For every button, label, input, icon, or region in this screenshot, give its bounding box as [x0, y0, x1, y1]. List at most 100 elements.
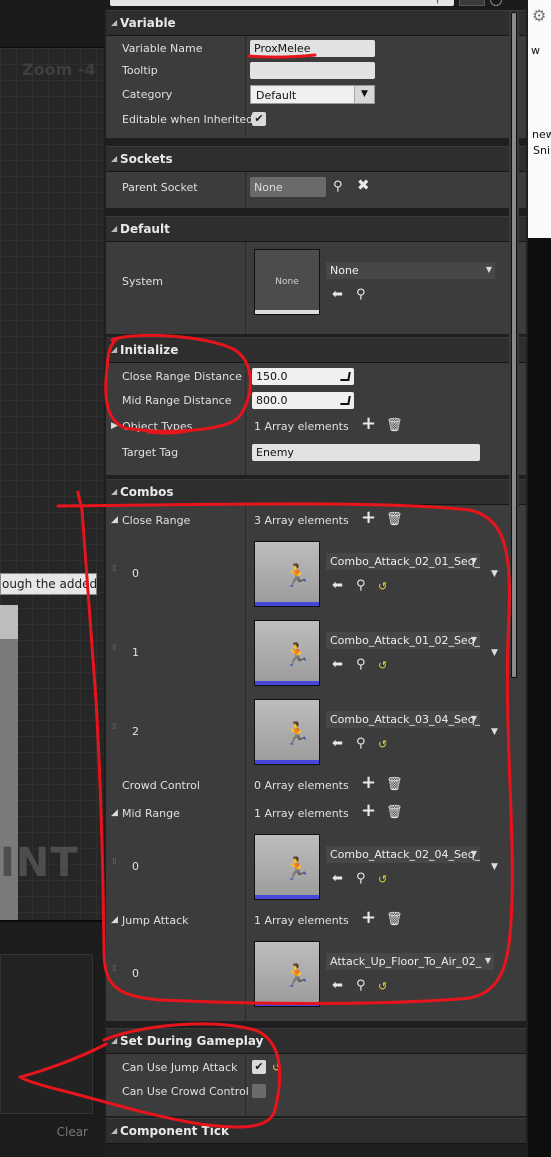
- collapse-arrow-icon[interactable]: ◢: [111, 1126, 117, 1135]
- drag-handle-icon[interactable]: ⁞⁞: [112, 565, 117, 574]
- clear-button[interactable]: Clear: [57, 1125, 88, 1139]
- close-range-distance-input[interactable]: 150.0: [252, 368, 354, 385]
- chevron-down-icon[interactable]: ▼: [491, 727, 498, 737]
- collapse-arrow-icon[interactable]: ◢: [111, 515, 118, 525]
- chevron-down-icon[interactable]: ▼: [471, 635, 477, 644]
- collapse-arrow-icon[interactable]: ◢: [111, 18, 117, 27]
- can-use-jump-attack-checkbox[interactable]: ✔: [252, 1060, 266, 1074]
- details-scrollbar[interactable]: [509, 10, 519, 680]
- animation-thumbnail[interactable]: 🏃: [254, 541, 320, 607]
- category-sockets[interactable]: ◢ Sockets: [106, 146, 526, 172]
- category-default[interactable]: ◢ Default: [106, 216, 526, 242]
- search-icon[interactable]: ⚲: [434, 0, 441, 5]
- chevron-down-icon[interactable]: ▼: [354, 86, 374, 103]
- category-component-tick[interactable]: ◢ Component Tick: [106, 1118, 526, 1144]
- use-selected-arrow-icon[interactable]: ⬅: [332, 737, 343, 750]
- collapse-arrow-icon[interactable]: ◢: [111, 808, 118, 818]
- animation-asset-dropdown[interactable]: Combo_Attack_01_02_Seq_I ▼: [326, 632, 480, 649]
- parent-socket-field[interactable]: None: [250, 177, 326, 197]
- search-icon[interactable]: ⚲: [356, 579, 366, 592]
- category-dropdown[interactable]: Default ▼: [250, 85, 375, 104]
- chevron-down-icon[interactable]: ▼: [491, 862, 498, 872]
- add-element-icon[interactable]: +: [361, 415, 376, 433]
- graph-node-header[interactable]: [0, 605, 18, 639]
- collapse-arrow-icon[interactable]: ◢: [111, 1036, 117, 1045]
- add-element-icon[interactable]: +: [361, 774, 376, 792]
- reset-icon[interactable]: ↺: [378, 580, 387, 593]
- category-variable[interactable]: ◢ Variable: [106, 10, 526, 36]
- chevron-down-icon[interactable]: ▼: [491, 648, 498, 658]
- collapse-arrow-icon[interactable]: ◢: [111, 345, 117, 354]
- add-element-icon[interactable]: +: [361, 909, 376, 927]
- trash-icon[interactable]: 🗑: [386, 778, 403, 791]
- chevron-down-icon[interactable]: ▼: [485, 956, 491, 965]
- column-divider[interactable]: [245, 505, 246, 1021]
- reset-icon[interactable]: ↺: [272, 1061, 281, 1074]
- trash-icon[interactable]: 🗑: [386, 806, 403, 819]
- search-icon[interactable]: ⚲: [356, 658, 366, 671]
- details-search-input[interactable]: [110, 0, 454, 6]
- clear-icon[interactable]: ✖: [357, 178, 370, 193]
- graph-editor[interactable]: Zoom -4 ough the added INT Clear: [0, 0, 104, 1157]
- drag-handle-icon[interactable]: ⁞⁞: [112, 723, 117, 732]
- search-icon[interactable]: ⚲: [356, 872, 366, 885]
- chevron-down-icon[interactable]: ▼: [471, 849, 477, 858]
- add-element-icon[interactable]: +: [361, 509, 376, 527]
- search-icon[interactable]: ⚲: [356, 737, 366, 750]
- collapse-arrow-icon[interactable]: ◢: [111, 915, 118, 925]
- animation-thumbnail[interactable]: 🏃: [254, 620, 320, 686]
- eye-icon[interactable]: [490, 0, 502, 6]
- chevron-down-icon[interactable]: ▼: [471, 556, 477, 565]
- column-divider[interactable]: [245, 172, 246, 208]
- add-element-icon[interactable]: +: [361, 802, 376, 820]
- category-combos[interactable]: ◢ Combos: [106, 479, 526, 505]
- search-icon[interactable]: ⚲: [356, 979, 366, 992]
- target-tag-input[interactable]: Enemy: [252, 444, 480, 461]
- reset-icon[interactable]: ↺: [378, 738, 387, 751]
- reset-icon[interactable]: ↺: [378, 980, 387, 993]
- use-selected-arrow-icon[interactable]: ⬅: [332, 658, 343, 671]
- scrollbar-thumb[interactable]: [511, 12, 517, 678]
- search-icon[interactable]: ⚲: [356, 288, 366, 301]
- drag-handle-icon[interactable]: ⁞⁞: [112, 965, 117, 974]
- trash-icon[interactable]: 🗑: [386, 513, 403, 526]
- system-thumbnail[interactable]: None: [254, 249, 320, 315]
- animation-asset-dropdown[interactable]: Combo_Attack_02_04_Seq_I ▼: [326, 846, 480, 863]
- view-options-button[interactable]: [459, 0, 485, 6]
- reset-icon[interactable]: ↺: [378, 659, 387, 672]
- category-initialize[interactable]: ◢ Initialize: [106, 337, 526, 363]
- mid-range-distance-input[interactable]: 800.0: [252, 392, 354, 409]
- system-asset-dropdown[interactable]: None ▼: [326, 262, 495, 279]
- collapse-arrow-icon[interactable]: ◢: [111, 154, 117, 163]
- animation-thumbnail[interactable]: 🏃: [254, 834, 320, 900]
- animation-asset-dropdown[interactable]: Combo_Attack_03_04_Seq_I ▼: [326, 711, 480, 728]
- variable-name-input[interactable]: ProxMelee: [250, 40, 375, 57]
- use-selected-arrow-icon[interactable]: ⬅: [332, 288, 343, 301]
- tooltip-input[interactable]: [250, 62, 375, 79]
- animation-asset-dropdown[interactable]: Attack_Up_Floor_To_Air_02_ ▼: [326, 953, 494, 970]
- drag-handle-icon[interactable]: [340, 372, 351, 381]
- animation-thumbnail[interactable]: 🏃: [254, 941, 320, 1007]
- reset-icon[interactable]: ↺: [378, 873, 387, 886]
- collapse-arrow-icon[interactable]: ◢: [111, 224, 117, 233]
- editable-inherited-checkbox[interactable]: ✔: [252, 112, 266, 126]
- column-divider[interactable]: [245, 363, 246, 475]
- use-selected-arrow-icon[interactable]: ⬅: [332, 579, 343, 592]
- drag-handle-icon[interactable]: [340, 396, 351, 405]
- column-divider[interactable]: [245, 242, 246, 334]
- can-use-crowd-control-checkbox[interactable]: [252, 1084, 266, 1098]
- drag-handle-icon[interactable]: ⁞⁞: [112, 858, 117, 867]
- chevron-down-icon[interactable]: ▼: [486, 265, 492, 274]
- drag-handle-icon[interactable]: ⁞⁞: [112, 644, 117, 653]
- use-selected-arrow-icon[interactable]: ⬅: [332, 872, 343, 885]
- collapse-arrow-icon[interactable]: ◢: [111, 487, 117, 496]
- search-icon[interactable]: ⚲: [333, 180, 343, 193]
- expand-arrow-icon[interactable]: ▶: [111, 421, 118, 431]
- gear-icon[interactable]: ⚙: [532, 6, 546, 25]
- trash-icon[interactable]: 🗑: [386, 913, 403, 926]
- chevron-down-icon[interactable]: ▼: [471, 714, 477, 723]
- category-set-during-gameplay[interactable]: ◢ Set During Gameplay: [106, 1028, 526, 1054]
- chevron-down-icon[interactable]: ▼: [491, 569, 498, 579]
- trash-icon[interactable]: 🗑: [386, 419, 403, 432]
- animation-asset-dropdown[interactable]: Combo_Attack_02_01_Seq_I ▼: [326, 553, 480, 570]
